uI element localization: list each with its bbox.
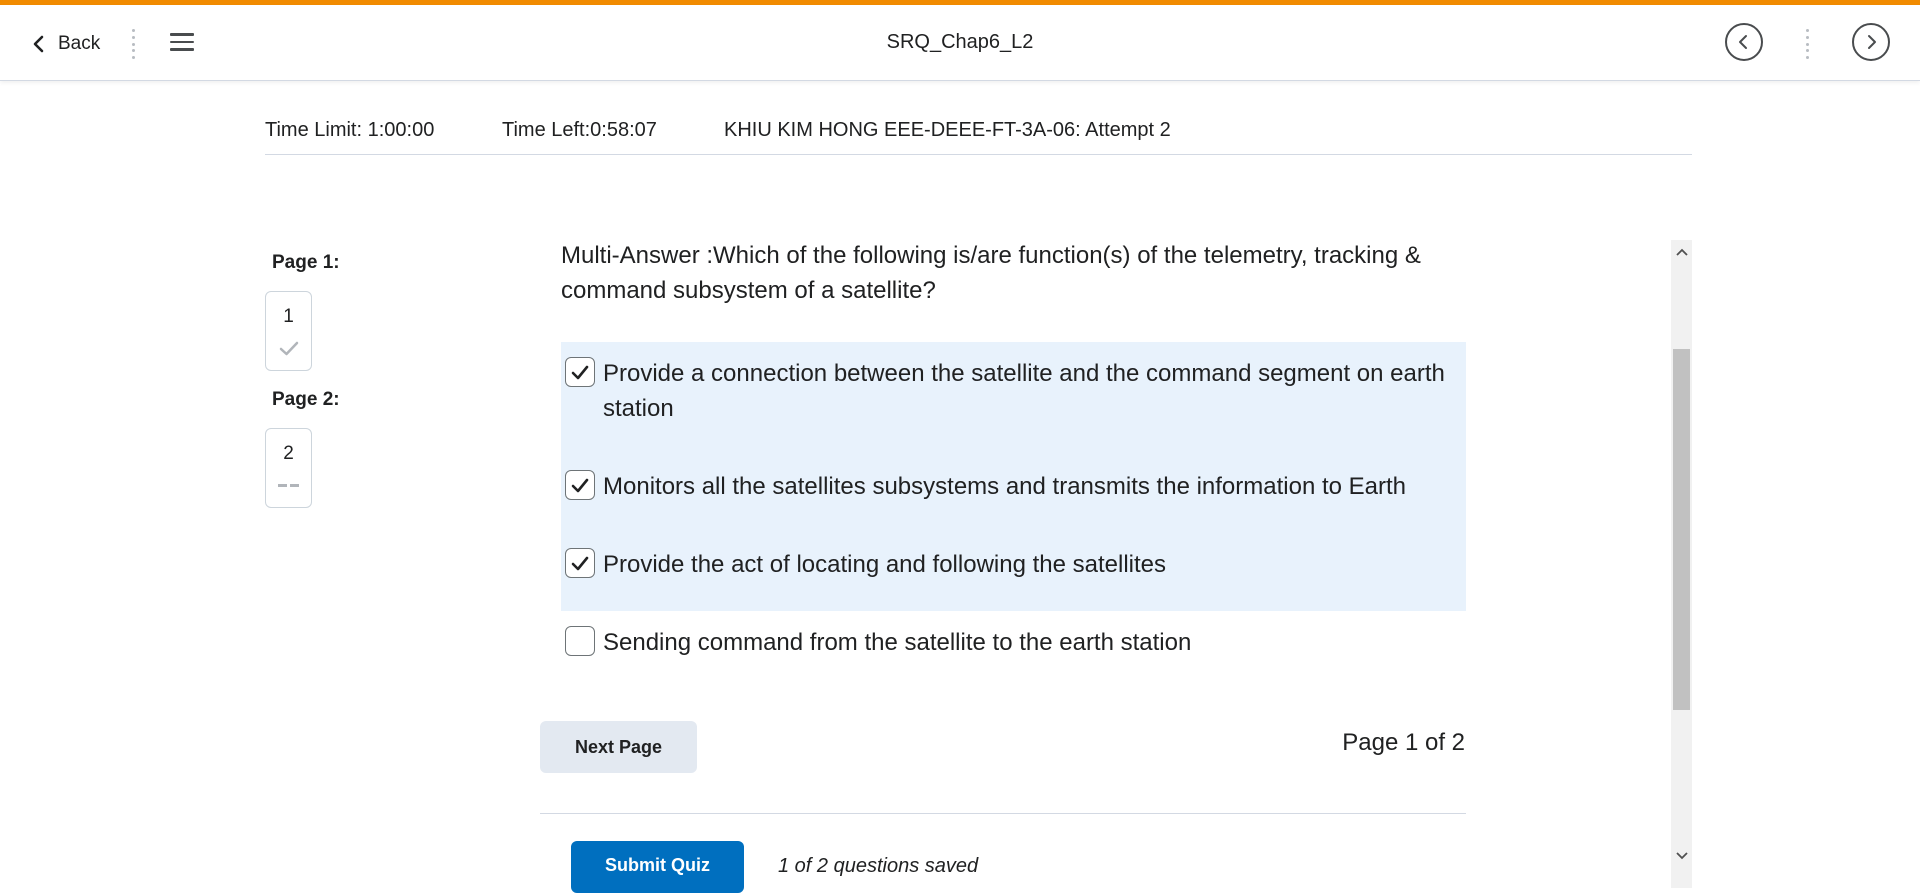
answer-option[interactable]: Provide the act of locating and followin… [561, 547, 1466, 582]
answer-checkbox-3[interactable] [565, 548, 595, 578]
next-page-button[interactable]: Next Page [540, 721, 697, 773]
next-button[interactable] [1852, 23, 1890, 61]
answer-checkbox-2[interactable] [565, 470, 595, 500]
answer-option[interactable]: Provide a connection between the satelli… [561, 356, 1466, 426]
time-left: Time Left:0:58:07 [502, 119, 657, 141]
question-text: Multi-Answer :Which of the following is/… [561, 242, 1421, 304]
previous-button[interactable] [1725, 23, 1763, 61]
dash-icon [266, 475, 311, 497]
page-title: SRQ_Chap6_L2 [886, 31, 1034, 53]
scrollbar-thumb[interactable] [1673, 349, 1690, 710]
check-icon [571, 478, 589, 492]
answer-label-3[interactable]: Provide the act of locating and followin… [603, 547, 1453, 582]
answer-label-2[interactable]: Monitors all the satellites subsystems a… [603, 469, 1453, 504]
page-2-label: Page 2: [272, 389, 340, 410]
answer-checkbox-1[interactable] [565, 357, 595, 387]
page-2-button[interactable]: 2 [265, 428, 312, 508]
scroll-up-icon[interactable] [1673, 243, 1690, 260]
divider [540, 813, 1466, 814]
kebab-divider-icon [1804, 29, 1810, 59]
page-2-number: 2 [283, 443, 294, 464]
page-indicator: Page 1 of 2 [1342, 729, 1465, 756]
scroll-down-icon[interactable] [1673, 847, 1690, 864]
chevron-right-icon [1868, 35, 1876, 49]
check-icon [571, 365, 589, 379]
quiz-info-bar: Time Limit: 1:00:00 Time Left:0:58:07 KH… [265, 119, 1692, 155]
chevron-left-icon [1739, 35, 1747, 49]
check-icon [266, 338, 311, 360]
time-limit: Time Limit: 1:00:00 [265, 119, 435, 141]
answer-checkbox-4[interactable] [565, 626, 595, 656]
answer-option[interactable]: Monitors all the satellites subsystems a… [561, 469, 1466, 504]
answer-option[interactable]: Sending command from the satellite to th… [561, 625, 1466, 660]
answered-status: 1 of 2 questions saved [778, 855, 979, 877]
navbar: Back SRQ_Chap6_L2 [0, 5, 1920, 81]
page-1-number: 1 [283, 306, 294, 327]
answer-label-4[interactable]: Sending command from the satellite to th… [603, 625, 1453, 660]
answer-label-1[interactable]: Provide a connection between the satelli… [603, 356, 1453, 426]
check-icon [571, 556, 589, 570]
page-1-label: Page 1: [272, 252, 340, 273]
page-1-button[interactable]: 1 [265, 291, 312, 371]
attempt-info: KHIU KIM HONG EEE-DEEE-FT-3A-06: Attempt… [724, 119, 1171, 141]
submit-quiz-button[interactable]: Submit Quiz [571, 841, 744, 893]
